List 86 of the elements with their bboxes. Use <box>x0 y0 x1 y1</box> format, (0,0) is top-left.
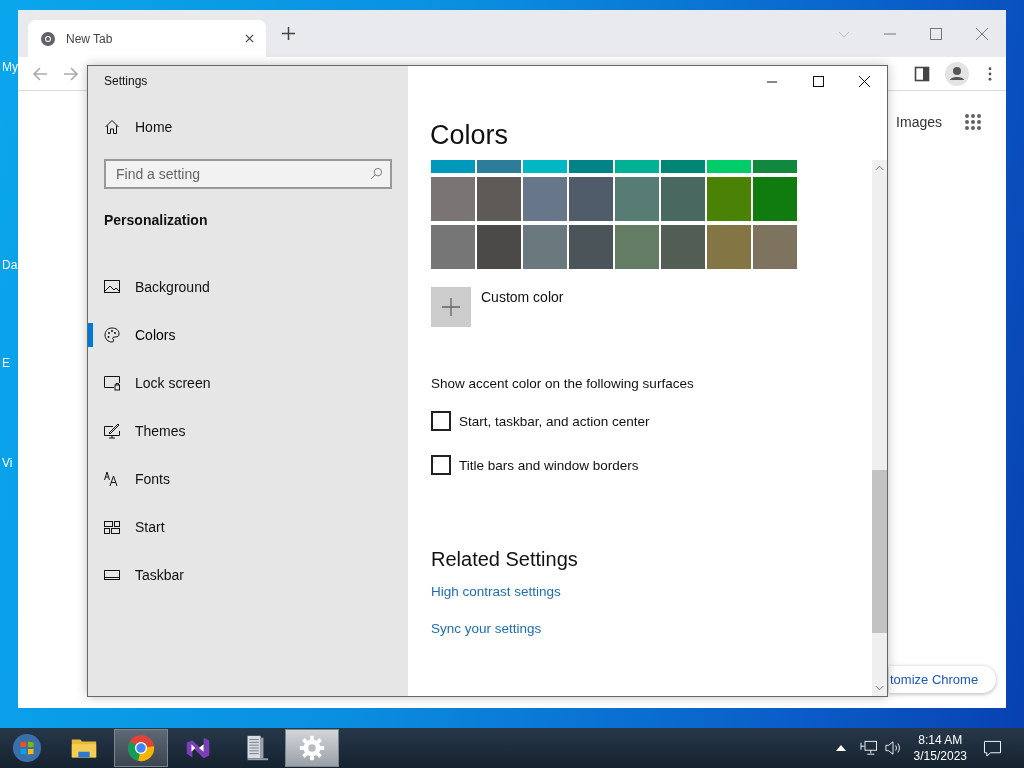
tiles-icon <box>104 519 120 535</box>
lock-screen-icon <box>104 375 120 391</box>
color-swatch[interactable] <box>707 225 751 269</box>
notification-icon[interactable] <box>983 739 1002 757</box>
color-swatch[interactable] <box>523 225 567 269</box>
color-swatch[interactable] <box>753 225 797 269</box>
scrollbar[interactable] <box>872 160 887 696</box>
custom-color-label: Custom color <box>481 289 564 307</box>
show-hidden-icons[interactable] <box>835 745 846 751</box>
color-swatch[interactable] <box>431 177 475 221</box>
scroll-up-icon[interactable] <box>875 165 884 171</box>
window-title: Settings <box>104 74 149 88</box>
color-swatch[interactable] <box>753 177 797 221</box>
nav-item[interactable]: Start <box>88 503 408 551</box>
profile-avatar-icon[interactable] <box>945 61 969 86</box>
custom-color-button[interactable] <box>431 287 471 327</box>
section-label: Show accent color on the following surfaces <box>431 376 695 391</box>
color-swatch[interactable] <box>615 225 659 269</box>
color-swatch[interactable] <box>661 160 705 173</box>
scrollbar-thumb[interactable] <box>872 470 887 633</box>
page-heading: Colors <box>429 119 510 152</box>
color-swatch[interactable] <box>569 225 613 269</box>
color-swatch[interactable] <box>707 177 751 221</box>
brush-monitor-icon <box>104 423 120 439</box>
side-panel-icon[interactable] <box>914 65 930 82</box>
home-item[interactable]: Home <box>104 115 408 139</box>
customize-button[interactable]: tomize Chrome <box>889 666 997 693</box>
settings-link[interactable]: High contrast settings <box>431 584 561 599</box>
search-icon <box>370 167 383 180</box>
plus-icon <box>442 298 460 316</box>
font-icon <box>104 471 120 487</box>
nav-item[interactable]: Background <box>88 263 408 311</box>
maximize-icon[interactable] <box>930 27 942 40</box>
section-heading: Related Settings <box>431 548 579 571</box>
back-icon[interactable] <box>32 65 48 82</box>
close-tab-icon[interactable] <box>245 34 254 43</box>
color-swatch[interactable] <box>523 177 567 221</box>
nav-item[interactable]: Lock screen <box>88 359 408 407</box>
home-icon <box>104 119 120 135</box>
tab-title: New Tab <box>66 31 114 46</box>
checkbox-label: Start, taskbar, and action center <box>459 413 650 429</box>
scroll-down-icon[interactable] <box>875 685 884 691</box>
apps-grid-icon[interactable] <box>964 113 982 131</box>
new-tab-icon[interactable] <box>282 27 295 40</box>
color-swatch[interactable] <box>431 160 475 173</box>
color-swatch[interactable] <box>615 177 659 221</box>
browser-icon <box>126 733 156 763</box>
section-title: Personalization <box>104 212 209 228</box>
menu-icon[interactable] <box>988 66 992 81</box>
color-swatch[interactable] <box>753 160 797 173</box>
checkbox[interactable] <box>431 411 451 431</box>
color-swatch[interactable] <box>615 160 659 173</box>
close-icon[interactable] <box>976 27 988 40</box>
checkbox-label: Title bars and window borders <box>459 457 639 473</box>
color-swatch[interactable] <box>431 225 475 269</box>
color-swatch[interactable] <box>477 160 521 173</box>
color-swatch[interactable] <box>569 177 613 221</box>
browser-logo-icon <box>40 30 56 47</box>
color-swatch[interactable] <box>477 225 521 269</box>
clock-time[interactable]: 8:14 AM <box>918 732 963 748</box>
nav-item[interactable]: Themes <box>88 407 408 455</box>
forward-icon[interactable] <box>63 65 79 82</box>
nav-item[interactable]: Fonts <box>88 455 408 503</box>
network-icon[interactable] <box>859 740 878 756</box>
taskbar-icon <box>104 567 120 583</box>
nav-item[interactable]: Colors <box>88 311 408 359</box>
color-swatch[interactable] <box>569 160 613 173</box>
gear-icon <box>297 733 327 763</box>
taskbar-button[interactable] <box>114 729 168 767</box>
color-swatch[interactable] <box>661 177 705 221</box>
speaker-icon[interactable] <box>883 740 902 756</box>
clock-date[interactable]: 3/15/2023 <box>913 748 967 764</box>
color-swatch[interactable] <box>707 160 751 173</box>
checkbox[interactable] <box>431 455 451 475</box>
search-field[interactable]: Find a setting <box>104 159 392 189</box>
color-swatch[interactable] <box>523 160 567 173</box>
color-swatch[interactable] <box>477 177 521 221</box>
nav-item[interactable]: Taskbar <box>88 551 408 599</box>
selection-indicator <box>88 323 93 347</box>
color-swatch[interactable] <box>661 225 705 269</box>
images-link[interactable]: Images <box>896 114 942 130</box>
palette-icon <box>104 327 120 343</box>
browser-tab[interactable]: New Tab <box>28 20 266 57</box>
start-orb-icon <box>12 733 42 763</box>
picture-icon <box>104 279 120 295</box>
settings-link[interactable]: Sync your settings <box>431 621 542 636</box>
